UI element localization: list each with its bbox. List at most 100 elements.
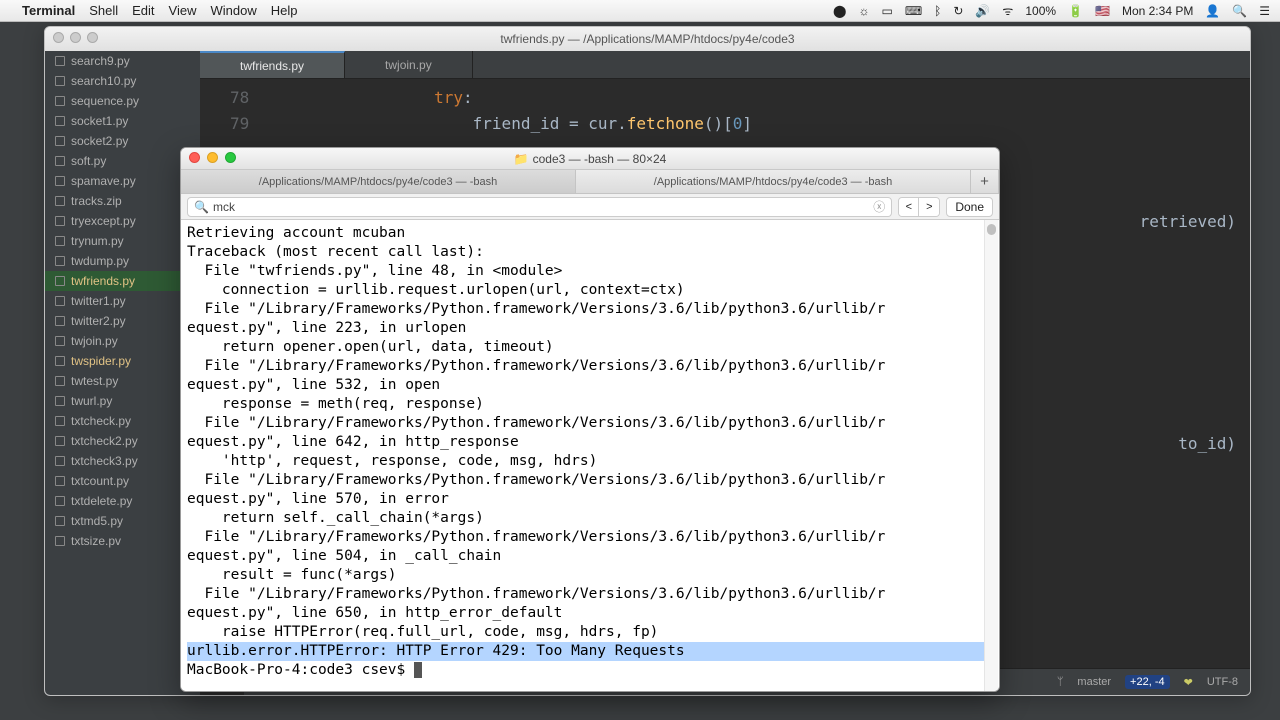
status-bluetooth-icon[interactable]: ᛒ (934, 4, 941, 18)
app-name[interactable]: Terminal (22, 3, 75, 18)
status-spotlight-icon[interactable]: 🔍 (1232, 4, 1247, 18)
file-item[interactable]: twitter2.py (45, 311, 200, 331)
editor-close-icon[interactable] (53, 32, 64, 43)
status-branch[interactable]: master (1077, 676, 1111, 688)
editor-min-icon[interactable] (70, 32, 81, 43)
menu-view[interactable]: View (169, 3, 197, 18)
file-icon (55, 96, 65, 106)
status-wifi-icon[interactable]: ᯤ (1002, 2, 1013, 19)
line-gutter: 7879 (230, 85, 249, 137)
file-item[interactable]: spamave.py (45, 171, 200, 191)
file-item[interactable]: txtcheck3.py (45, 451, 200, 471)
terminal-close-icon[interactable] (189, 152, 200, 163)
menu-window[interactable]: Window (211, 3, 257, 18)
file-item[interactable]: tryexcept.py (45, 211, 200, 231)
search-icon: 🔍 (194, 200, 209, 214)
terminal-traffic-lights[interactable] (189, 152, 236, 163)
terminal-new-tab-button[interactable]: + (971, 170, 999, 193)
file-item[interactable]: txtcheck2.py (45, 431, 200, 451)
terminal-scrollbar[interactable] (984, 220, 998, 691)
file-item[interactable]: tracks.zip (45, 191, 200, 211)
terminal-line: equest.py", line 570, in error (187, 490, 993, 509)
search-prev-button[interactable]: < (899, 198, 919, 216)
git-branch-icon[interactable]: ᛘ (1057, 676, 1064, 688)
file-item[interactable]: twitter1.py (45, 291, 200, 311)
terminal-search-value: mck (213, 200, 235, 214)
file-icon (55, 156, 65, 166)
file-item[interactable]: txtdelete.py (45, 491, 200, 511)
file-icon (55, 256, 65, 266)
status-battery-icon[interactable]: 🔋 (1068, 4, 1083, 18)
file-item[interactable]: sequence.py (45, 91, 200, 111)
file-label: twfriends.py (71, 274, 135, 288)
file-tree[interactable]: search9.py search10.py sequence.pysocket1.… (45, 51, 200, 695)
status-heart-icon[interactable]: ❤ (1184, 676, 1193, 689)
file-icon (55, 496, 65, 506)
file-label: search10.py (71, 74, 136, 88)
terminal-search-field[interactable]: 🔍 mck ⓧ (187, 197, 892, 217)
file-icon (55, 436, 65, 446)
terminal-line: File "/Library/Frameworks/Python.framewo… (187, 414, 993, 433)
terminal-line: equest.py", line 642, in http_response (187, 433, 993, 452)
file-item[interactable]: soft.py (45, 151, 200, 171)
editor-traffic-lights[interactable] (53, 32, 98, 43)
menu-help[interactable]: Help (271, 3, 298, 18)
clear-search-icon[interactable]: ⓧ (873, 198, 885, 215)
editor-max-icon[interactable] (87, 32, 98, 43)
terminal-line: File "/Library/Frameworks/Python.framewo… (187, 300, 993, 319)
terminal-folder-icon: 📁 (514, 152, 529, 166)
status-keyboard-icon[interactable]: ⌨ (905, 4, 922, 18)
status-user-icon[interactable]: 👤 (1205, 4, 1220, 18)
status-sun-icon[interactable]: ☼ (858, 4, 869, 18)
file-item[interactable]: txtsize.pv (45, 531, 200, 551)
terminal-max-icon[interactable] (225, 152, 236, 163)
file-item[interactable]: txtcheck.py (45, 411, 200, 431)
search-next-button[interactable]: > (919, 198, 939, 216)
file-item[interactable]: twdump.py (45, 251, 200, 271)
terminal-line: return self._call_chain(*args) (187, 509, 993, 528)
terminal-body[interactable]: Retrieving account mcubanTraceback (most… (181, 220, 999, 691)
status-notifications-icon[interactable]: ☰ (1259, 4, 1270, 18)
file-label: soft.py (71, 154, 106, 168)
terminal-line: File "/Library/Frameworks/Python.framewo… (187, 471, 993, 490)
terminal-line: equest.py", line 650, in http_error_defa… (187, 604, 993, 623)
file-item[interactable]: txtmd5.py (45, 511, 200, 531)
file-item[interactable]: twjoin.py (45, 331, 200, 351)
file-item[interactable]: twurl.py (45, 391, 200, 411)
file-item[interactable]: twspider.py (45, 351, 200, 371)
file-label: socket2.py (71, 134, 128, 148)
status-timemachine-icon[interactable]: ↻ (953, 4, 963, 18)
terminal-titlebar[interactable]: 📁 code3 — -bash — 80×24 (181, 148, 999, 170)
file-item[interactable]: twfriends.py (45, 271, 200, 291)
terminal-search-nav: < > (898, 197, 940, 217)
file-icon (55, 416, 65, 426)
status-volume-icon[interactable]: 🔊 (975, 4, 990, 18)
terminal-line: response = meth(req, response) (187, 395, 993, 414)
terminal-tab-2[interactable]: /Applications/MAMP/htdocs/py4e/code3 — -… (576, 170, 971, 193)
status-flag-icon[interactable]: 🇺🇸 (1095, 4, 1110, 18)
file-label: twitter1.py (71, 294, 126, 308)
tab-twjoin[interactable]: twjoin.py (345, 51, 473, 78)
tab-twfriends[interactable]: twfriends.py (200, 51, 345, 78)
status-clock[interactable]: Mon 2:34 PM (1122, 4, 1193, 18)
file-item[interactable]: socket1.py (45, 111, 200, 131)
file-label: twtest.py (71, 374, 118, 388)
file-item[interactable]: twtest.py (45, 371, 200, 391)
search-done-button[interactable]: Done (946, 197, 993, 217)
file-icon (55, 196, 65, 206)
file-item[interactable]: socket2.py (45, 131, 200, 151)
file-item[interactable]: search10.py (45, 71, 200, 91)
file-item[interactable]: search9.py (45, 51, 200, 71)
status-enc[interactable]: UTF-8 (1207, 676, 1238, 688)
file-item[interactable]: trynum.py (45, 231, 200, 251)
file-item[interactable]: txtcount.py (45, 471, 200, 491)
editor-titlebar[interactable]: twfriends.py — /Applications/MAMP/htdocs… (45, 27, 1250, 51)
status-display-icon[interactable]: ▭ (881, 4, 892, 18)
terminal-min-icon[interactable] (207, 152, 218, 163)
status-diff[interactable]: +22, -4 (1125, 675, 1170, 689)
menu-shell[interactable]: Shell (89, 3, 118, 18)
terminal-tab-1[interactable]: /Applications/MAMP/htdocs/py4e/code3 — -… (181, 170, 576, 193)
status-record-icon[interactable]: ⬤ (833, 4, 846, 18)
menu-edit[interactable]: Edit (132, 3, 154, 18)
file-icon (55, 516, 65, 526)
